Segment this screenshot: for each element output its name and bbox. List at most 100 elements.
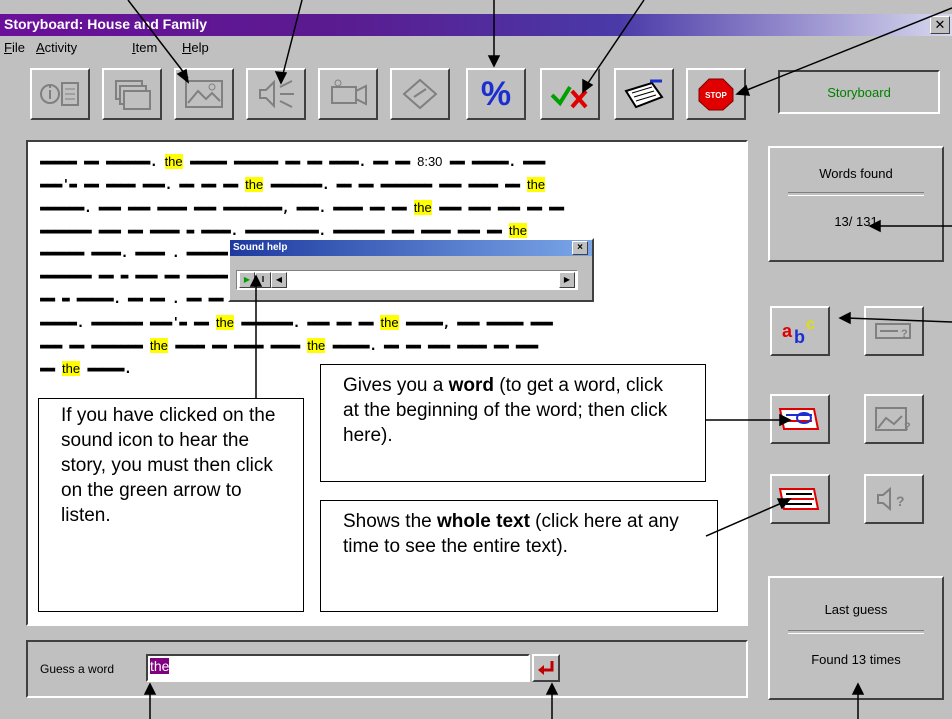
- pause-button[interactable]: ‖: [255, 272, 271, 288]
- story-line-6: ▬▬▬▬▬▬▬ ▬▬ ▬ ▬▬▬ ▬▬ ▬▬▬▬▬▬▬: [40, 269, 238, 284]
- seek-right-button[interactable]: ▶: [559, 272, 575, 288]
- menu-item[interactable]: Item: [132, 40, 157, 55]
- reveal-word-button[interactable]: [770, 394, 830, 444]
- title-bar: Storyboard: House and Family ✕: [0, 14, 952, 36]
- menu-activity[interactable]: Activity: [36, 40, 77, 55]
- whole-text-callout-bold: whole text: [437, 511, 530, 532]
- menu-help-rest: elp: [191, 40, 209, 55]
- sound-help-close-button[interactable]: ×: [572, 241, 588, 255]
- seek-left-icon: ◀: [275, 275, 283, 284]
- highlighted-word: the: [164, 154, 183, 169]
- menu-activity-rest: ctivity: [44, 40, 78, 55]
- highlighted-word: the: [149, 338, 168, 353]
- svg-text:STOP: STOP: [705, 91, 727, 100]
- sound-callout: If you have clicked on the sound icon to…: [38, 398, 304, 612]
- story-dot: .: [83, 201, 92, 216]
- menu-activity-accel: A: [36, 40, 45, 55]
- story-dot: .: [318, 201, 326, 216]
- video-icon: [331, 79, 367, 106]
- info-button[interactable]: [30, 68, 90, 120]
- word-callout: Gives you a word (to get a word, click a…: [320, 364, 706, 482]
- sound-icon: [259, 79, 294, 109]
- percent-icon: %: [480, 74, 512, 113]
- green-arrow-icon: ▶: [243, 275, 251, 284]
- svg-text:?: ?: [901, 328, 908, 340]
- sound-help-titlebar: Sound help ×: [230, 240, 592, 256]
- svg-text:c: c: [806, 316, 815, 333]
- story-dot: .: [171, 292, 180, 307]
- hint-button[interactable]: ?: [864, 306, 924, 356]
- sound-help-title: Sound help: [233, 242, 288, 253]
- video-button[interactable]: [318, 68, 378, 120]
- close-button[interactable]: ✕: [930, 16, 950, 34]
- seek-left-button[interactable]: ◀: [271, 272, 287, 288]
- words-found-divider: [788, 192, 924, 196]
- story-dot: .: [508, 155, 516, 170]
- picture-button[interactable]: [174, 68, 234, 120]
- words-found-panel: Words found 13/ 131: [768, 146, 944, 262]
- stop-sign-icon: STOP: [698, 78, 734, 111]
- sound-player-track[interactable]: ▶ ‖ ◀ ▶: [236, 270, 578, 290]
- svg-text:?: ?: [904, 421, 911, 433]
- story-line-4: ▬▬▬▬▬▬▬ ▬▬▬ ▬▬ ▬▬▬▬ ▬ ▬▬▬▬. ▬▬▬▬▬▬▬▬▬▬. …: [40, 223, 527, 239]
- enter-button[interactable]: [532, 654, 560, 682]
- mode-label: Storyboard: [778, 70, 940, 114]
- sound-button[interactable]: [246, 68, 306, 120]
- menu-help[interactable]: Help: [182, 40, 209, 55]
- tag-icon: [402, 78, 438, 110]
- words-found-label: Words found: [819, 166, 893, 181]
- play-button[interactable]: ▶: [239, 272, 255, 288]
- menu-file[interactable]: File: [4, 40, 25, 55]
- highlighted-word: the: [508, 223, 527, 238]
- story-line-9: ▬▬▬ ▬▬ ▬▬▬▬▬▬▬ the ▬▬▬▬ ▬▬ ▬▬▬▬ ▬▬▬▬ the…: [40, 338, 538, 354]
- highlighted-word: the: [61, 361, 81, 376]
- story-dot: .: [318, 224, 326, 239]
- window-title: Storyboard: House and Family: [4, 16, 208, 32]
- check-button[interactable]: [540, 68, 600, 120]
- story-dot: .: [120, 246, 129, 261]
- whole-text-button[interactable]: [770, 474, 830, 524]
- story-line-8: ▬▬▬▬▬. ▬▬▬▬▬▬▬ ▬▬▬'▬ ▬▬ the ▬▬▬▬▬▬▬. ▬▬▬…: [40, 315, 553, 331]
- percent-button[interactable]: %: [466, 68, 526, 120]
- guess-input[interactable]: the: [146, 654, 530, 682]
- guess-input-value: the: [150, 658, 170, 674]
- story-dot: .: [369, 339, 377, 354]
- picture-icon: [185, 80, 223, 108]
- story-dot: .: [292, 316, 301, 331]
- story-dot: .: [321, 178, 330, 193]
- story-line-10: ▬▬ the ▬▬▬▬▬.: [40, 361, 132, 377]
- notepad-button[interactable]: [614, 68, 674, 120]
- story-dot: .: [358, 155, 366, 170]
- tag-button[interactable]: [390, 68, 450, 120]
- story-dot: .: [171, 246, 180, 261]
- last-guess-divider: [788, 630, 924, 634]
- story-dot: .: [76, 316, 85, 331]
- menu-file-accel: F: [4, 40, 12, 55]
- notepad-icon: [624, 79, 664, 109]
- sound-hint-icon: ?: [877, 486, 905, 512]
- pages-button[interactable]: [102, 68, 162, 120]
- story-line-5: ▬▬▬▬▬▬ ▬▬▬▬. ▬▬▬▬ . ▬▬▬▬▬▬▬ ▬▬: [40, 246, 260, 261]
- stop-button[interactable]: STOP: [686, 68, 746, 120]
- picture-hint-button[interactable]: ?: [864, 394, 924, 444]
- seek-right-icon: ▶: [563, 275, 571, 284]
- enter-arrow-icon: [538, 661, 554, 675]
- menu-item-rest: tem: [135, 40, 158, 55]
- story-time: 8:30: [417, 154, 443, 169]
- reveal-word-icon: [778, 408, 820, 430]
- whole-text-callout: Shows the whole text (click here at any …: [320, 500, 718, 612]
- storyboard-window: Storyboard: House and Family ✕ File Acti…: [0, 0, 952, 719]
- word-callout-pre: Gives you a: [343, 375, 449, 396]
- highlighted-word: the: [215, 315, 234, 330]
- alphabet-button[interactable]: abc: [770, 306, 830, 356]
- hint-icon: ?: [875, 323, 911, 340]
- info-icon: [40, 82, 79, 106]
- highlighted-word: the: [413, 200, 432, 215]
- highlighted-word: the: [380, 315, 399, 330]
- pages-icon: [115, 80, 151, 110]
- story-dot: .: [149, 155, 158, 170]
- sound-hint-button[interactable]: ?: [864, 474, 924, 524]
- guess-label: Guess a word: [40, 662, 115, 676]
- last-guess-value: Found 13 times: [811, 652, 901, 667]
- abc-icon: a bc: [782, 316, 815, 347]
